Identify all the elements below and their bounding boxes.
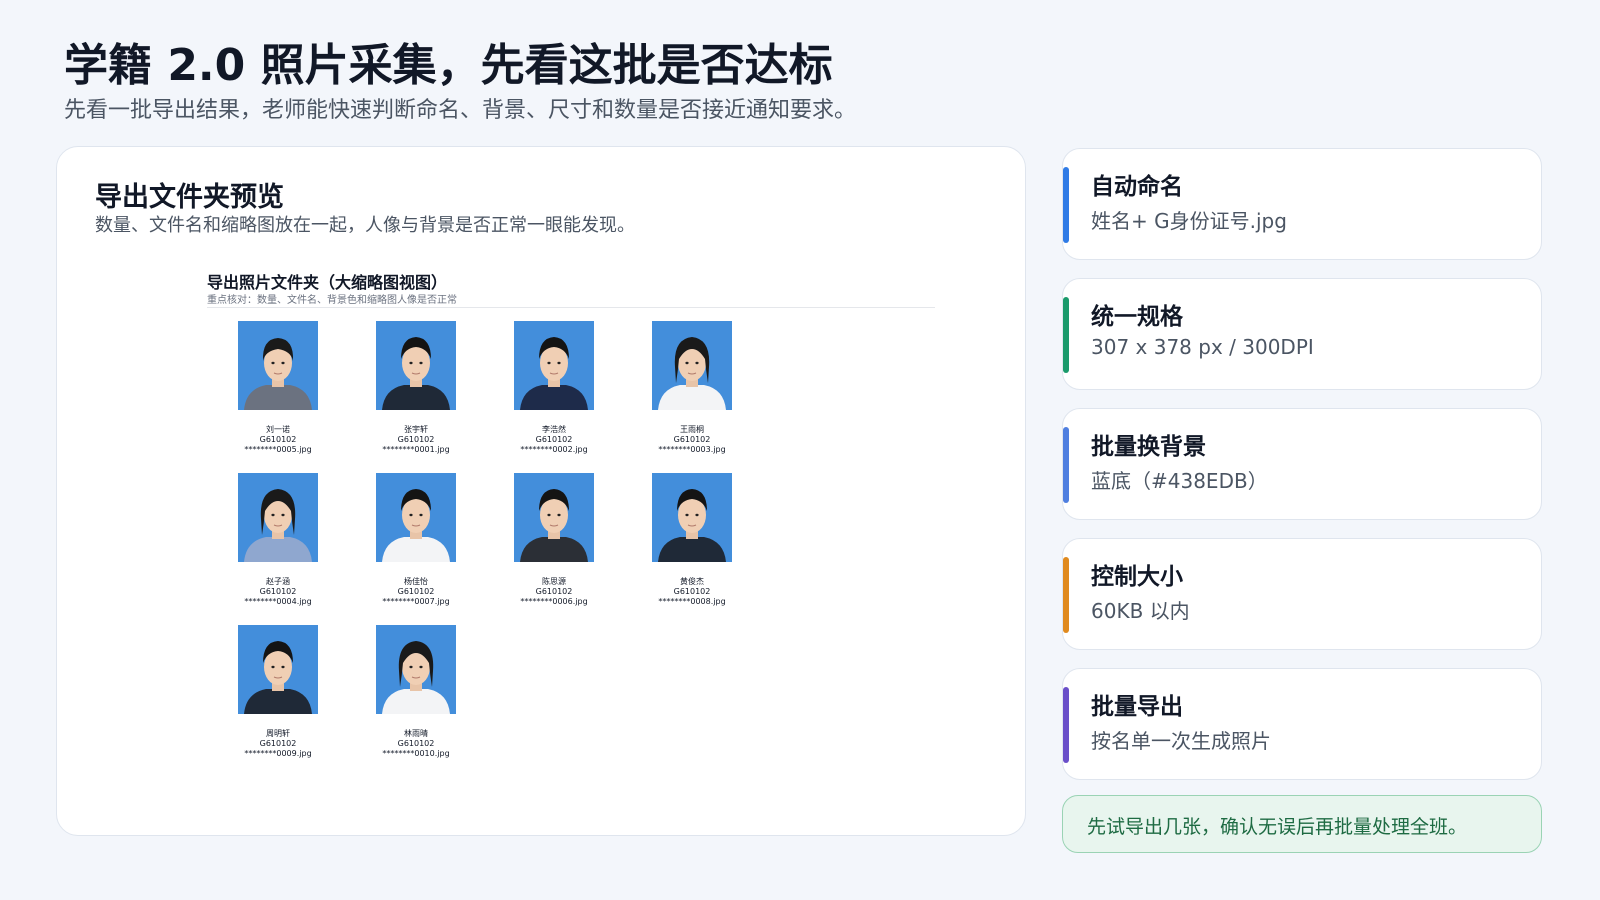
photo-code: G610102 bbox=[535, 435, 573, 444]
feature-value: 蓝底（#438EDB） bbox=[1091, 469, 1268, 493]
tip-text: 先试导出几张，确认无误后再批量处理全班。 bbox=[1087, 816, 1468, 838]
feature-title: 控制大小 bbox=[1091, 564, 1183, 590]
photo-code: G610102 bbox=[397, 435, 435, 444]
portrait-thumbnail bbox=[376, 321, 456, 410]
photo-code: G610102 bbox=[259, 739, 297, 748]
photo-student-name: 李浩然 bbox=[542, 425, 566, 434]
photo-file-item[interactable]: 杨佳怡 G610102 ********0007.jpg bbox=[347, 473, 485, 625]
photo-file-item[interactable]: 刘一诺 G610102 ********0005.jpg bbox=[209, 321, 347, 473]
feature-card: 控制大小 60KB 以内 bbox=[1062, 538, 1542, 650]
portrait-figure bbox=[382, 641, 450, 714]
photo-code: G610102 bbox=[259, 587, 297, 596]
photo-code: G610102 bbox=[397, 739, 435, 748]
portrait-figure bbox=[244, 338, 312, 410]
page-subtitle: 先看一批导出结果，老师能快速判断命名、背景、尺寸和数量是否接近通知要求。 bbox=[64, 98, 857, 123]
feature-list: 自动命名姓名+ G身份证号.jpg 统一规格 307 x 378 px / 300D… bbox=[1062, 148, 1542, 798]
photo-student-name: 陈思源 bbox=[542, 577, 566, 586]
portrait-thumbnail bbox=[514, 473, 594, 562]
portrait-thumbnail bbox=[376, 625, 456, 714]
feature-value: 按名单一次生成照片 bbox=[1091, 729, 1271, 753]
feature-card: 批量导出按名单一次生成照片 bbox=[1062, 668, 1542, 780]
feature-value: 307 x 378 px / 300DPI bbox=[1091, 335, 1314, 359]
feature-value: 姓名+ G身份证号.jpg bbox=[1091, 209, 1287, 233]
photo-code: G610102 bbox=[673, 435, 711, 444]
portrait-thumbnail bbox=[514, 321, 594, 410]
photo-student-name: 杨佳怡 bbox=[404, 577, 428, 586]
photo-student-name: 赵子涵 bbox=[266, 577, 290, 586]
folder-view: 导出照片文件夹（大缩略图视图） 重点核对：数量、文件名、背景色和缩略图人像是否正… bbox=[207, 263, 935, 763]
portrait-figure bbox=[382, 337, 450, 410]
header: 学籍 2.0 照片采集，先看这批是否达标 先看一批导出结果，老师能快速判断命名、… bbox=[64, 36, 1524, 126]
portrait-figure bbox=[520, 489, 588, 562]
feature-card: 自动命名姓名+ G身份证号.jpg bbox=[1062, 148, 1542, 260]
portrait-thumbnail bbox=[652, 321, 732, 410]
photo-filename: ********0008.jpg bbox=[658, 597, 726, 606]
photo-student-name: 张宇轩 bbox=[404, 425, 428, 434]
photo-code: G610102 bbox=[673, 587, 711, 596]
folder-title: 导出照片文件夹（大缩略图视图） bbox=[207, 273, 448, 292]
photo-student-name: 周明轩 bbox=[266, 729, 290, 738]
photo-student-name: 黄俊杰 bbox=[680, 577, 704, 586]
photo-file-item[interactable]: 赵子涵 G610102 ********0004.jpg bbox=[209, 473, 347, 625]
preview-title: 导出文件夹预览 bbox=[95, 182, 284, 213]
feature-accent-bar bbox=[1063, 687, 1069, 763]
photo-filename: ********0009.jpg bbox=[244, 749, 312, 758]
feature-accent-bar bbox=[1063, 427, 1069, 503]
portrait-figure bbox=[244, 489, 312, 562]
feature-card: 统一规格 307 x 378 px / 300DPI bbox=[1062, 278, 1542, 390]
feature-title: 批量导出 bbox=[1091, 694, 1183, 720]
photo-code: G610102 bbox=[259, 435, 297, 444]
feature-accent-bar bbox=[1063, 167, 1069, 243]
feature-card: 批量换背景蓝底（#438EDB） bbox=[1062, 408, 1542, 520]
feature-value: 60KB 以内 bbox=[1091, 599, 1190, 623]
portrait-figure bbox=[244, 641, 312, 714]
export-preview-card: 导出文件夹预览 数量、文件名和缩略图放在一起，人像与背景是否正常一眼能发现。 导… bbox=[56, 146, 1026, 836]
feature-title: 统一规格 bbox=[1091, 304, 1183, 330]
feature-title: 自动命名 bbox=[1091, 174, 1183, 200]
feature-accent-bar bbox=[1063, 297, 1069, 373]
photo-file-item[interactable]: 李浩然 G610102 ********0002.jpg bbox=[485, 321, 623, 473]
photo-grid: 刘一诺 G610102 ********0005.jpg 张宇轩 G610102 ****… bbox=[209, 321, 761, 777]
portrait-thumbnail bbox=[652, 473, 732, 562]
photo-student-name: 刘一诺 bbox=[266, 425, 290, 434]
photo-student-name: 王雨桐 bbox=[680, 425, 704, 434]
photo-code: G610102 bbox=[397, 587, 435, 596]
portrait-thumbnail bbox=[238, 625, 318, 714]
feature-accent-bar bbox=[1063, 557, 1069, 633]
portrait-figure bbox=[658, 337, 726, 410]
photo-filename: ********0004.jpg bbox=[244, 597, 312, 606]
photo-file-item[interactable]: 张宇轩 G610102 ********0001.jpg bbox=[347, 321, 485, 473]
feature-title: 批量换背景 bbox=[1091, 434, 1206, 460]
photo-filename: ********0002.jpg bbox=[520, 445, 588, 454]
tip-box: 先试导出几张，确认无误后再批量处理全班。 bbox=[1062, 795, 1542, 853]
photo-file-item[interactable]: 黄俊杰 G610102 ********0008.jpg bbox=[623, 473, 761, 625]
portrait-figure bbox=[658, 489, 726, 562]
photo-student-name: 林雨晴 bbox=[404, 729, 428, 738]
page-title: 学籍 2.0 照片采集，先看这批是否达标 bbox=[64, 40, 833, 91]
folder-hint: 重点核对：数量、文件名、背景色和缩略图人像是否正常 bbox=[207, 295, 457, 306]
portrait-thumbnail bbox=[376, 473, 456, 562]
portrait-figure bbox=[382, 489, 450, 562]
portrait-thumbnail bbox=[238, 321, 318, 410]
photo-code: G610102 bbox=[535, 587, 573, 596]
portrait-thumbnail bbox=[238, 473, 318, 562]
preview-description: 数量、文件名和缩略图放在一起，人像与背景是否正常一眼能发现。 bbox=[95, 215, 635, 236]
photo-filename: ********0006.jpg bbox=[520, 597, 588, 606]
photo-file-item[interactable]: 陈思源 G610102 ********0006.jpg bbox=[485, 473, 623, 625]
photo-filename: ********0001.jpg bbox=[382, 445, 450, 454]
photo-file-item[interactable]: 王雨桐 G610102 ********0003.jpg bbox=[623, 321, 761, 473]
photo-file-item[interactable]: 林雨晴 G610102 ********0010.jpg bbox=[347, 625, 485, 777]
photo-filename: ********0003.jpg bbox=[658, 445, 726, 454]
photo-filename: ********0010.jpg bbox=[382, 749, 450, 758]
folder-divider bbox=[207, 307, 935, 308]
photo-filename: ********0005.jpg bbox=[244, 445, 312, 454]
portrait-figure bbox=[520, 337, 588, 410]
photo-file-item[interactable]: 周明轩 G610102 ********0009.jpg bbox=[209, 625, 347, 777]
photo-filename: ********0007.jpg bbox=[382, 597, 450, 606]
